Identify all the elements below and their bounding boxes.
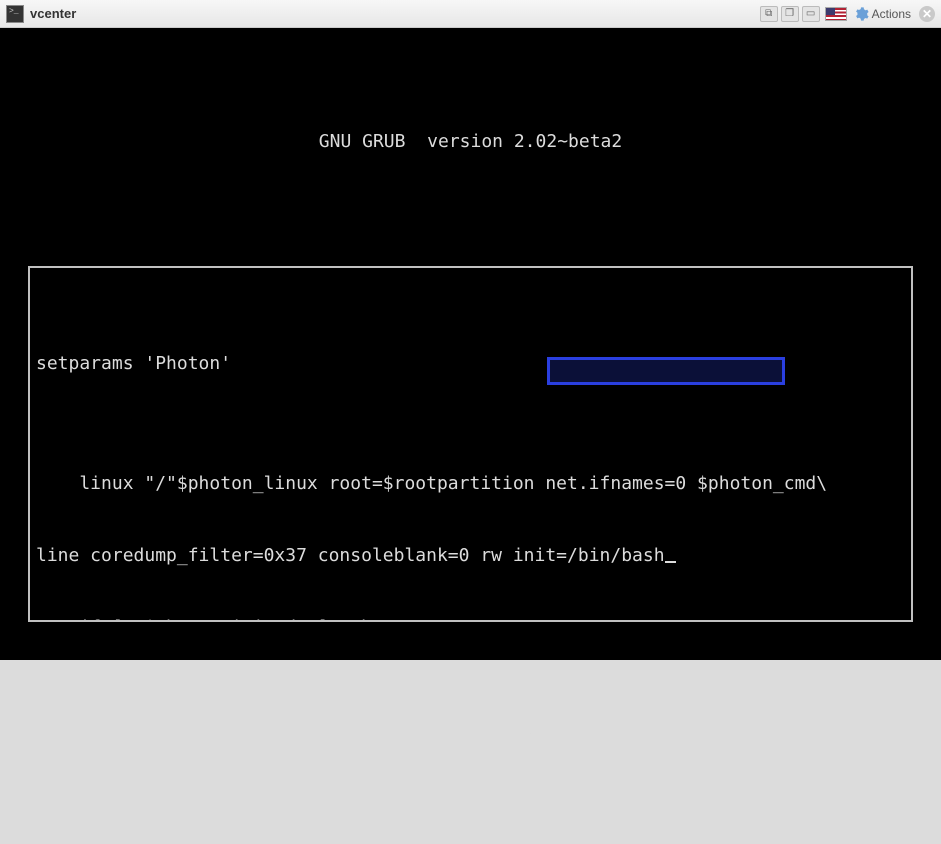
footer-l3: command-line or ESC to discard edits and… (70, 773, 709, 794)
text-cursor (665, 545, 676, 563)
grub-line-linux-a: linux "/"$photon_linux root=$rootpartiti… (36, 472, 905, 496)
footer-l2: completions. Press Ctrl-x or F10 to boot… (70, 749, 720, 770)
keyboard-layout-us-flag-icon[interactable] (825, 7, 847, 21)
window-titlebar: vcenter ⧉ ❐ ▭ Actions ✕ (0, 0, 941, 28)
window-title: vcenter (30, 6, 76, 21)
grub-version-header: GNU GRUB version 2.02~beta2 (0, 130, 941, 154)
grub-edit-box[interactable]: setparams 'Photon' linux "/"$photon_linu… (28, 266, 913, 622)
footer-l1: Minimum Emacs-like screen editing is sup… (70, 725, 688, 746)
grub-line-if: if [ "$photon_initrd" ]; then (36, 616, 905, 622)
terminal-icon (6, 5, 24, 23)
grub-line-linux-b-pre: line coredump_filter=0x37 consoleblank=0 (36, 545, 480, 566)
close-button[interactable]: ✕ (919, 6, 935, 22)
console-fullscreen-button[interactable]: ▭ (802, 6, 820, 22)
gear-icon[interactable] (853, 6, 869, 22)
grub-line-linux-b-appended: rw init=/bin/bash (480, 545, 664, 566)
grub-footer-help: Minimum Emacs-like screen editing is sup… (70, 724, 871, 820)
actions-menu[interactable]: Actions (872, 7, 911, 21)
edit-highlight-box (547, 357, 785, 385)
footer-l4: menu. (70, 797, 124, 818)
grub-line-linux-b: line coredump_filter=0x37 consoleblank=0… (36, 544, 905, 568)
console-window-button[interactable]: ❐ (781, 6, 799, 22)
console-copy-button[interactable]: ⧉ (760, 6, 778, 22)
console-area[interactable]: GNU GRUB version 2.02~beta2 setparams 'P… (0, 28, 941, 660)
